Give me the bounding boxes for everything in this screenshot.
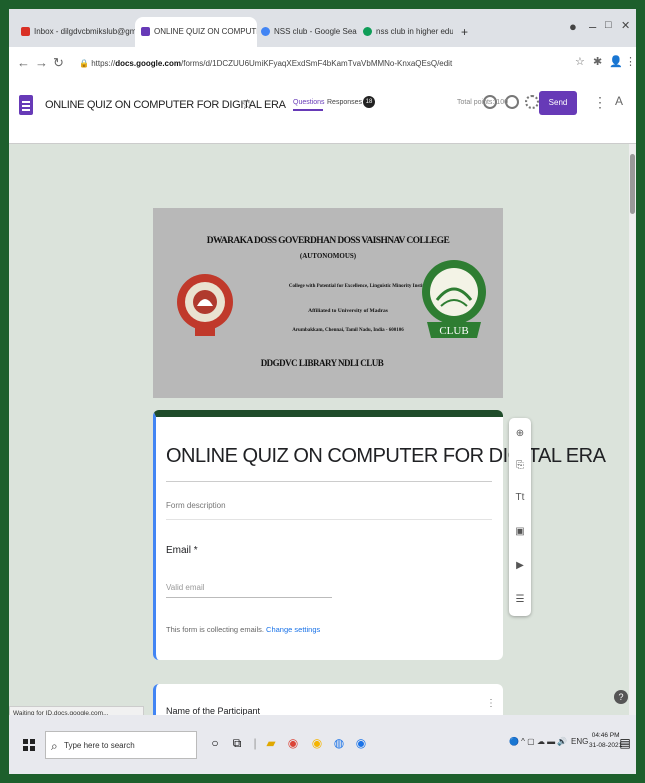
scrollbar[interactable] bbox=[629, 144, 636, 716]
task-view-icon[interactable]: ⧉ bbox=[229, 735, 245, 751]
tab-label: Inbox - dilgdvcbmikslub@gm bbox=[34, 27, 137, 36]
scrollbar-thumb[interactable] bbox=[630, 154, 635, 214]
star-icon[interactable]: ☆ bbox=[241, 96, 254, 113]
windows-start-icon[interactable] bbox=[23, 739, 35, 751]
help-icon[interactable]: ? bbox=[614, 690, 628, 704]
close-button[interactable]: ✕ bbox=[621, 19, 630, 32]
club-logo-text: CLUB bbox=[439, 325, 468, 337]
site-icon bbox=[363, 27, 372, 37]
drag-handle-icon[interactable]: ⋮ bbox=[486, 698, 496, 709]
notifications-icon[interactable]: ▤ bbox=[617, 735, 633, 751]
tab-responses[interactable]: Responses bbox=[327, 99, 362, 106]
browser-tab-gmail[interactable]: Inbox - dilgdvcbmikslub@gm bbox=[17, 17, 137, 47]
gmail-icon bbox=[21, 27, 30, 37]
language-indicator[interactable]: ENG bbox=[571, 737, 588, 746]
url-prefix: https:// bbox=[91, 59, 116, 68]
minimize-button[interactable]: – bbox=[589, 19, 596, 34]
tab-indicator bbox=[293, 109, 323, 111]
responses-count-badge: 18 bbox=[363, 96, 375, 108]
photo-frame: Inbox - dilgdvcbmikslub@gm ONLINE QUIZ O… bbox=[0, 0, 645, 783]
collecting-text: This form is collecting emails. bbox=[166, 625, 264, 634]
url-domain: docs.google.com bbox=[115, 59, 181, 68]
email-label: Email * bbox=[166, 545, 198, 556]
account-icon[interactable]: A bbox=[615, 94, 623, 108]
system-tray-icons[interactable]: 🔵 ^ ▢ ☁ ▬ 🔊 bbox=[509, 737, 567, 746]
form-title-card: ONLINE QUIZ ON COMPUTER FOR DIGITAL ERA … bbox=[153, 410, 606, 660]
menu-icon[interactable]: ⋮ bbox=[625, 55, 636, 68]
more-options-icon[interactable]: ⋮ bbox=[593, 94, 607, 111]
address-bar-row: ← → ↻ 🔒 https://docs.google.com/forms/d/… bbox=[9, 47, 636, 82]
divider bbox=[166, 481, 492, 482]
file-explorer-icon[interactable]: ▰ bbox=[263, 735, 279, 751]
form-body: DWARAKA DOSS GOVERDHAN DOSS VAISHNAV COL… bbox=[9, 143, 636, 724]
reload-icon[interactable]: ↻ bbox=[53, 55, 64, 71]
edge-icon[interactable]: ◍ bbox=[331, 735, 347, 751]
tab-questions[interactable]: Questions bbox=[293, 99, 325, 106]
change-settings-link[interactable]: Change settings bbox=[266, 625, 320, 634]
tab-label: NSS club - Google Search bbox=[274, 27, 357, 36]
chrome-icon[interactable]: ◉ bbox=[285, 735, 301, 751]
windows-taskbar: Type here to search ○ ⧉ | ▰ ◉ ◉ ◍ ◉ 🔵 ^ … bbox=[9, 715, 636, 774]
add-video-icon[interactable]: ▶ bbox=[514, 560, 526, 572]
add-section-icon[interactable]: ☰ bbox=[514, 594, 526, 606]
divider bbox=[166, 519, 492, 520]
settings-icon[interactable] bbox=[525, 95, 539, 109]
record-icon: ● bbox=[569, 19, 577, 34]
extensions-icon[interactable]: ✱ bbox=[593, 55, 602, 68]
separator-icon: | bbox=[253, 736, 257, 750]
cortana-icon[interactable]: ○ bbox=[207, 735, 223, 751]
add-title-icon[interactable]: Tt bbox=[514, 492, 526, 504]
email-field: Valid email bbox=[166, 583, 205, 592]
browser-tab-form[interactable]: ONLINE QUIZ ON COMPUTER F bbox=[135, 17, 257, 47]
maximize-button[interactable]: □ bbox=[605, 19, 612, 31]
browser-tab-bar: Inbox - dilgdvcbmikslub@gm ONLINE QUIZ O… bbox=[9, 9, 636, 47]
college-seal-icon bbox=[177, 274, 233, 336]
form-description-input[interactable]: Form description bbox=[166, 501, 226, 510]
collecting-emails-note: This form is collecting emails. Change s… bbox=[166, 625, 320, 634]
banner-club-name: DDGDVC LIBRARY NDLI CLUB bbox=[260, 358, 384, 368]
total-points: Total points: 100 bbox=[457, 99, 508, 106]
banner-college-name: DWARAKA DOSS GOVERDHAN DOSS VAISHNAV COL… bbox=[206, 236, 450, 246]
tab-label: nss club in higher edu bbox=[376, 27, 453, 36]
screen: Inbox - dilgdvcbmikslub@gm ONLINE QUIZ O… bbox=[9, 9, 636, 774]
forms-icon bbox=[141, 27, 150, 37]
google-icon bbox=[261, 27, 270, 37]
email-field-underline bbox=[166, 597, 332, 598]
add-question-icon[interactable]: ⊕ bbox=[514, 428, 526, 440]
club-logo-icon: CLUB bbox=[422, 260, 486, 338]
url-input[interactable]: 🔒 https://docs.google.com/forms/d/1DCZUU… bbox=[79, 54, 549, 74]
url-path: /forms/d/1DCZUU6UmiKFyaqXExdSmF4bKamTvaV… bbox=[181, 59, 453, 68]
header-banner-image: DWARAKA DOSS GOVERDHAN DOSS VAISHNAV COL… bbox=[153, 208, 503, 398]
browser-tab-search[interactable]: NSS club - Google Search bbox=[257, 17, 357, 47]
new-tab-button[interactable]: + bbox=[461, 17, 475, 47]
form-title-input[interactable]: ONLINE QUIZ ON COMPUTER FOR DIGITAL ERA bbox=[166, 445, 606, 468]
question-toolbar: ⊕ ⎘ Tt ▣ ▶ ☰ bbox=[509, 418, 531, 616]
chrome-profile-icon[interactable]: ◉ bbox=[309, 735, 325, 751]
star-icon[interactable]: ☆ bbox=[575, 55, 585, 68]
forms-logo-icon[interactable] bbox=[19, 95, 33, 115]
forms-header: ONLINE QUIZ ON COMPUTER FOR DIGITAL ERA … bbox=[9, 81, 636, 143]
app-icon[interactable]: ◉ bbox=[353, 735, 369, 751]
add-image-icon[interactable]: ▣ bbox=[514, 526, 526, 538]
browser-tab-nss[interactable]: nss club in higher edu bbox=[359, 17, 453, 47]
back-icon[interactable]: ← bbox=[17, 55, 30, 70]
import-questions-icon[interactable]: ⎘ bbox=[514, 460, 526, 472]
send-button[interactable]: Send bbox=[539, 91, 577, 115]
profile-icon[interactable]: 👤 bbox=[609, 55, 623, 68]
forward-icon[interactable]: → bbox=[35, 55, 48, 70]
tab-label: ONLINE QUIZ ON COMPUTER F bbox=[154, 27, 257, 36]
taskbar-search-input[interactable]: Type here to search bbox=[45, 731, 197, 760]
